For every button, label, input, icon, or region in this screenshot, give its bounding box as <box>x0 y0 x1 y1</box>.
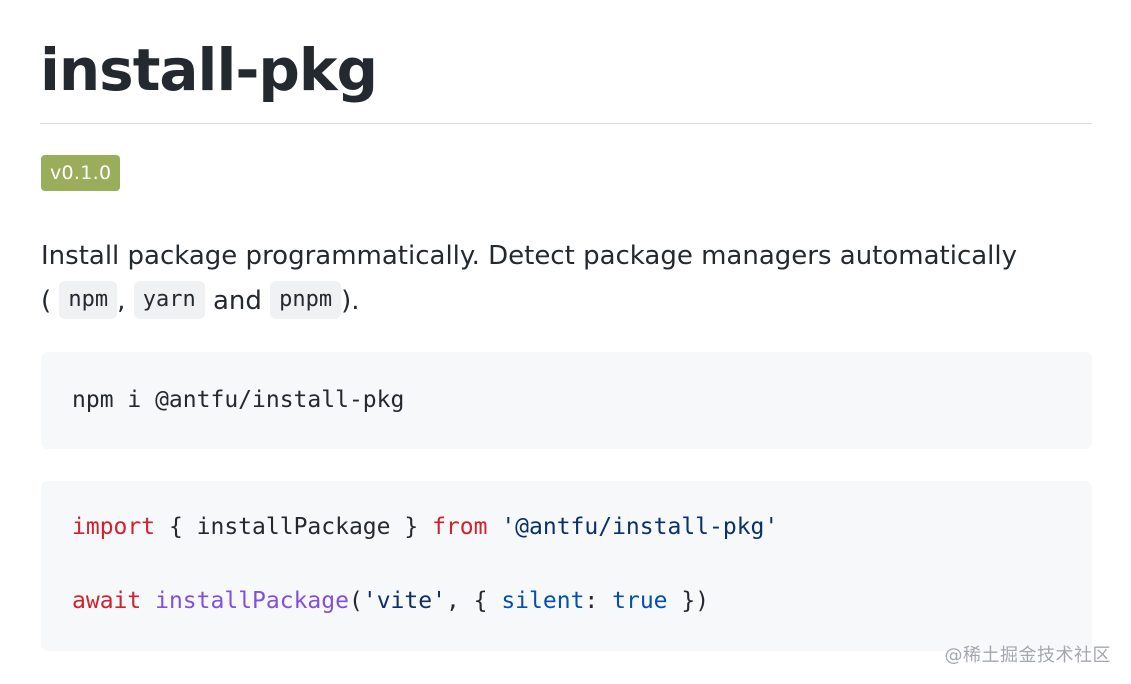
call-close: }) <box>667 588 710 614</box>
argument-string: 'vite' <box>362 588 446 614</box>
code-line-import: import { installPackage } from '@antfu/i… <box>72 509 1092 546</box>
option-key: silent <box>501 588 585 614</box>
keyword-from: from <box>432 514 488 540</box>
description-paren-close: ). <box>341 286 360 316</box>
description-and: and <box>212 286 262 316</box>
install-command: npm i @antfu/install-pkg <box>72 387 405 413</box>
title-divider <box>40 123 1092 124</box>
install-command-block[interactable]: npm i @antfu/install-pkg <box>41 352 1092 449</box>
module-string: '@antfu/install-pkg' <box>501 514 779 540</box>
version-badge[interactable]: v0.1.0 <box>41 155 121 191</box>
brace-close: } <box>390 514 433 540</box>
site-watermark: @稀土掘金技术社区 <box>944 645 1111 666</box>
description-text: Install package programmatically. Detect… <box>41 241 1018 271</box>
inline-code-npm: npm <box>59 280 118 319</box>
option-value: true <box>612 588 668 614</box>
readme-page: install-pkg v0.1.0 Install package progr… <box>0 0 1131 684</box>
description-paren-open: ( <box>41 286 52 316</box>
colon: : <box>584 588 613 614</box>
import-identifier: installPackage <box>196 514 391 540</box>
inline-code-pnpm: pnpm <box>270 280 342 319</box>
inline-code-yarn: yarn <box>133 280 205 319</box>
keyword-import: import <box>72 514 156 540</box>
comma-brace: , { <box>445 588 502 614</box>
paren-open: ( <box>348 588 363 614</box>
function-call: installPackage <box>155 588 349 614</box>
package-description: Install package programmatically. Detect… <box>41 234 1091 324</box>
keyword-await: await <box>72 588 142 614</box>
description-comma: , <box>117 286 126 316</box>
package-title: install-pkg <box>40 36 378 104</box>
code-line-await: await installPackage('vite', { silent: t… <box>72 583 1092 620</box>
brace-open: { <box>155 514 197 540</box>
usage-code-block[interactable]: import { installPackage } from '@antfu/i… <box>41 481 1092 651</box>
